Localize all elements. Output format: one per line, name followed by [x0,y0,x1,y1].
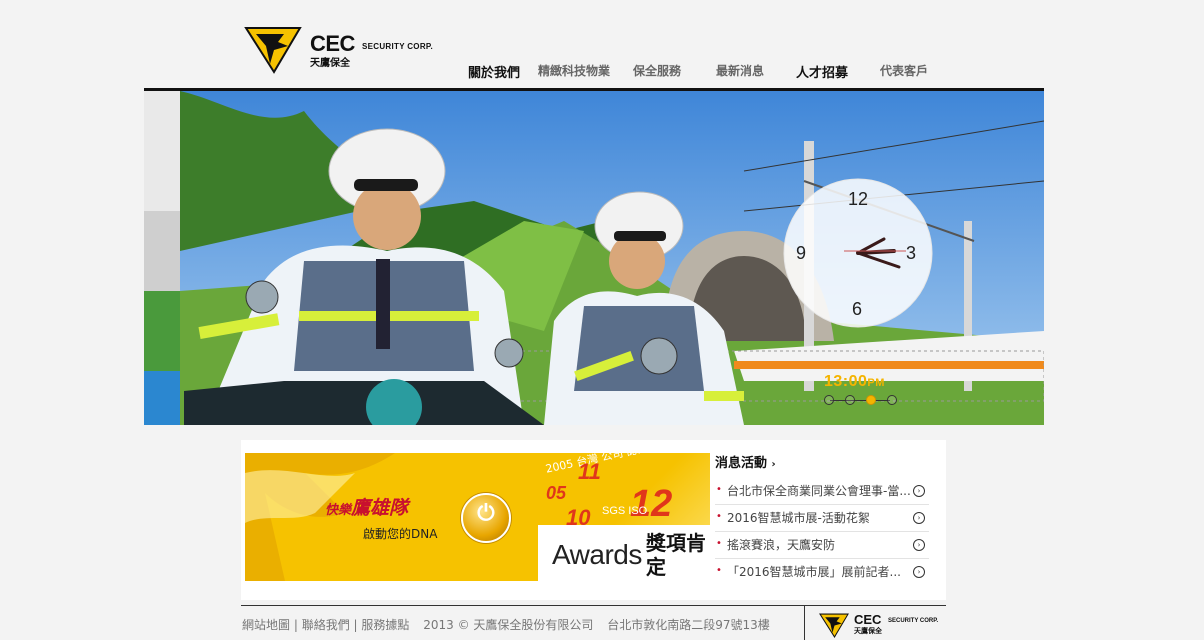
news-panel: 消息活動 › • 台北市保全商業同業公會理事-當... › • 2016智慧城市… [715,452,929,585]
news-item-text: 「2016智慧城市展」展前記者... [727,565,901,579]
brand-corp: SECURITY CORP. [362,42,434,51]
footer-sitemap-link[interactable]: 網站地圖 [242,618,290,632]
arrow-circle-icon[interactable]: › [913,539,925,551]
nav-careers[interactable]: 人才招募 [796,62,848,81]
slide-dot-1[interactable] [824,395,834,405]
footer-logo[interactable]: CEC SECURITY CORP. 天鷹保全 [818,612,948,638]
slide-pager [824,395,904,407]
pager-line [830,400,890,401]
arrow-circle-icon[interactable]: › [913,485,925,497]
nav-clients[interactable]: 代表客戶 [880,62,928,79]
time-value: 13:00 [824,373,868,390]
news-heading[interactable]: 消息活動 › [715,452,929,478]
slide-dot-2[interactable] [845,395,855,405]
footer-corp: SECURITY CORP. [888,618,939,624]
news-item-text: 搖滾賽浪，天鷹安防 [727,538,836,552]
power-icon: ⏻ [477,501,495,526]
power-button[interactable]: ⏻ [461,493,511,543]
footer-links: 網站地圖 | 聯絡我們 | 服務據點 2013 © 天鷹保全股份有限公司 台北市… [242,618,770,632]
time-ampm: PM [867,377,885,389]
banner-time: 13:00PM [824,373,885,391]
footer-vertical-divider [804,606,805,640]
footer-address: 台北市敦化南路二段97號13樓 [607,618,770,632]
news-item-2[interactable]: • 2016智慧城市展-活動花絮 › [715,505,929,532]
footer-brand-cn: 天鷹保全 [854,627,882,635]
news-item-text: 台北市保全商業同業公會理事-當... [727,484,911,498]
award-11: 11 [578,459,601,484]
news-item-1[interactable]: • 台北市保全商業同業公會理事-當... › [715,478,929,505]
nav-security-service[interactable]: 保全服務 [633,62,681,79]
clock-numeral-6: 6 [852,299,863,319]
clock-numeral-3: 3 [906,243,917,263]
award-05: 05 [546,483,567,503]
promo-title: 快樂鷹雄隊 [325,493,408,520]
award-sgs: SGS ISO [602,505,648,517]
awards-banner[interactable]: 2005 台灣 公司 認證 05 11 10 12 SGS ISO Awards… [538,453,710,581]
footer-copyright: 2013 © 天鷹保全股份有限公司 [423,618,594,632]
bullet-icon: • [716,565,722,576]
nav-about[interactable]: 關於我們 [468,62,520,81]
footer-divider [241,605,946,606]
award-awards-text: Awards [552,539,642,570]
news-item-3[interactable]: • 搖滾賽浪，天鷹安防 › [715,532,929,559]
footer-service-link[interactable]: 服務據點 [361,618,409,632]
promo-title-prefix: 快樂 [325,503,352,518]
footer-brand: CEC [854,612,882,627]
nav-news[interactable]: 最新消息 [716,62,764,79]
news-item-text: 2016智慧城市展-活動花絮 [727,511,870,525]
hero-banner[interactable]: 12 3 6 9 13:00PM [144,91,1044,425]
bullet-icon: • [716,484,722,495]
clock-numeral-12: 12 [848,189,869,209]
slide-dot-3[interactable] [866,395,876,405]
award-10: 10 [566,505,591,530]
team-promo-banner[interactable]: 快樂鷹雄隊 啟動您的DNA ⏻ [245,453,538,581]
main-nav: 關於我們 精緻科技物業 保全服務 最新消息 人才招募 代表客戶 [0,62,1204,82]
clock-numeral-9: 9 [796,243,807,263]
content-panel: 快樂鷹雄隊 啟動您的DNA ⏻ 2005 台灣 公司 認證 05 11 10 1… [241,440,946,600]
eagle-logo-icon [819,613,849,638]
news-item-4[interactable]: • 「2016智慧城市展」展前記者... › [715,559,929,585]
arrow-circle-icon[interactable]: › [913,566,925,578]
promo-subtitle: 啟動您的DNA [363,527,438,541]
footer-contact-link[interactable]: 聯絡我們 [302,618,350,632]
news-title: 消息活動 [715,456,768,471]
bullet-icon: • [716,538,722,549]
chevron-right-icon: › [771,459,776,470]
nav-property[interactable]: 精緻科技物業 [538,62,610,79]
award-cn-text: 獎項肯定 [646,531,706,579]
promo-title-main: 鷹雄隊 [351,497,409,519]
slide-dot-4[interactable] [887,395,897,405]
bullet-icon: • [716,511,722,522]
arrow-circle-icon[interactable]: › [913,512,925,524]
